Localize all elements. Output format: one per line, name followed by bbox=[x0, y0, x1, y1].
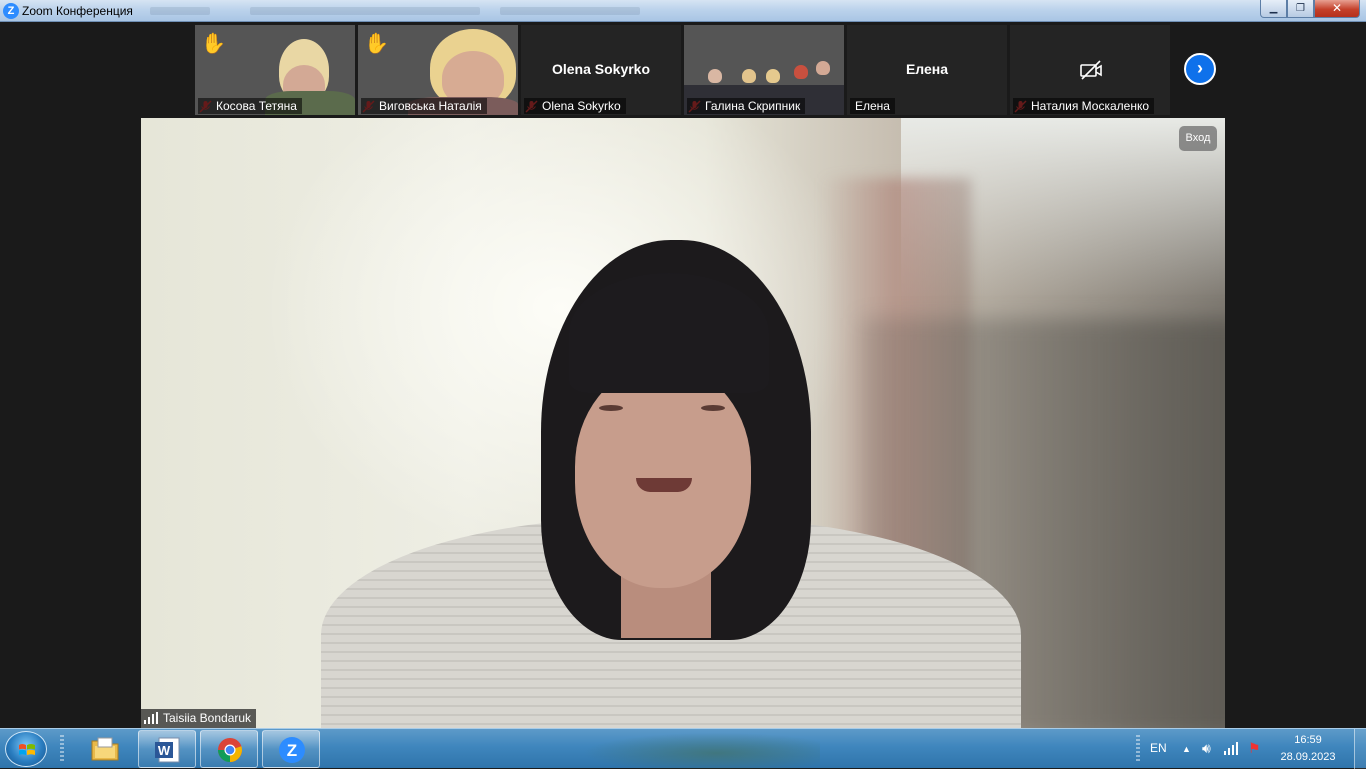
volume-icon[interactable]: 🔊︎ bbox=[1202, 740, 1211, 757]
active-speaker-video[interactable] bbox=[141, 118, 1225, 728]
participant-name: Виговська Наталія bbox=[361, 98, 487, 114]
taskbar-app-word[interactable]: W bbox=[138, 730, 196, 768]
taskbar-wallpaper bbox=[560, 729, 820, 769]
camera-off-icon bbox=[1080, 60, 1102, 80]
speaker-figure bbox=[636, 478, 692, 492]
minimize-button[interactable]: ▁ bbox=[1260, 0, 1287, 18]
taskbar-app-chrome[interactable] bbox=[200, 730, 258, 768]
participant-video bbox=[708, 69, 722, 83]
participant-name: Галина Скрипник bbox=[687, 98, 806, 114]
show-desktop-button[interactable] bbox=[1354, 729, 1366, 769]
participant-tile[interactable]: Галина Скрипник bbox=[684, 25, 844, 115]
window-title-bar[interactable]: Z Zoom Конференция ▁ ❐ ✕ bbox=[0, 0, 1366, 22]
network-signal-icon[interactable] bbox=[1224, 741, 1240, 755]
clock-date[interactable]: 28.09.2023 bbox=[1276, 751, 1340, 763]
next-page-button[interactable]: › bbox=[1184, 53, 1216, 85]
chrome-icon bbox=[218, 738, 242, 762]
participant-display-name: Елена bbox=[905, 61, 949, 77]
zoom-icon: Z bbox=[279, 737, 305, 763]
participant-tile[interactable]: ✋ Виговська Наталія bbox=[358, 25, 518, 115]
raised-hand-icon: ✋ bbox=[364, 33, 389, 55]
active-speaker-name: Taisiia Bondaruk bbox=[141, 709, 257, 728]
action-center-flag-icon[interactable]: ⚑ bbox=[1248, 740, 1261, 757]
participant-name: Наталия Москаленко bbox=[1013, 98, 1155, 114]
windows-taskbar: W Z EN ▲ 🔊︎ ⚑ 16:59 28.09.2023 bbox=[0, 728, 1366, 769]
background-tab-ghost bbox=[250, 7, 480, 15]
participant-name: Елена bbox=[850, 98, 895, 114]
participant-video bbox=[794, 65, 808, 79]
word-icon: W bbox=[155, 737, 180, 763]
close-button[interactable]: ✕ bbox=[1314, 0, 1360, 18]
participant-video bbox=[742, 69, 756, 83]
file-explorer-icon bbox=[91, 737, 119, 761]
start-button[interactable] bbox=[5, 731, 47, 767]
participant-tile[interactable]: ✋ Косова Тетяна bbox=[195, 25, 355, 115]
taskbar-app-explorer[interactable] bbox=[76, 730, 134, 768]
taskbar-grip[interactable] bbox=[1136, 735, 1140, 763]
speaker-figure bbox=[599, 405, 623, 411]
participant-strip: ✋ Косова Тетяна ✋ Виговська Наталія Olen… bbox=[0, 22, 1366, 118]
zoom-app-icon: Z bbox=[3, 3, 19, 19]
participant-name: Косова Тетяна bbox=[198, 98, 302, 114]
speaker-figure bbox=[701, 405, 725, 411]
participant-name: Olena Sokyrko bbox=[524, 98, 626, 114]
taskbar-app-zoom[interactable]: Z bbox=[262, 730, 320, 768]
participant-video bbox=[816, 61, 830, 75]
participant-video bbox=[766, 69, 780, 83]
taskbar-grip[interactable] bbox=[60, 735, 64, 763]
clock-time[interactable]: 16:59 bbox=[1276, 734, 1340, 746]
background-tab-ghost bbox=[150, 7, 210, 15]
entry-badge[interactable]: Вход bbox=[1179, 126, 1217, 151]
window-title: Zoom Конференция bbox=[22, 4, 133, 18]
participant-display-name: Olena Sokyrko bbox=[551, 61, 651, 77]
participant-tile[interactable]: Елена Елена bbox=[847, 25, 1007, 115]
language-indicator[interactable]: EN bbox=[1150, 741, 1167, 755]
svg-text:W: W bbox=[158, 743, 171, 758]
svg-text:Z: Z bbox=[287, 741, 297, 760]
background-tab-ghost bbox=[500, 7, 640, 15]
show-hidden-icons-icon[interactable]: ▲ bbox=[1182, 744, 1191, 754]
participant-tile[interactable]: Наталия Москаленко bbox=[1010, 25, 1170, 115]
speaker-figure bbox=[569, 273, 769, 393]
restore-button[interactable]: ❐ bbox=[1287, 0, 1314, 18]
participant-tile[interactable]: Olena Sokyrko Olena Sokyrko bbox=[521, 25, 681, 115]
signal-bars-icon bbox=[144, 712, 158, 724]
raised-hand-icon: ✋ bbox=[201, 33, 226, 55]
chevron-right-icon: › bbox=[1197, 58, 1203, 78]
window-controls: ▁ ❐ ✕ bbox=[1260, 0, 1360, 18]
windows-start-icon bbox=[19, 744, 35, 755]
